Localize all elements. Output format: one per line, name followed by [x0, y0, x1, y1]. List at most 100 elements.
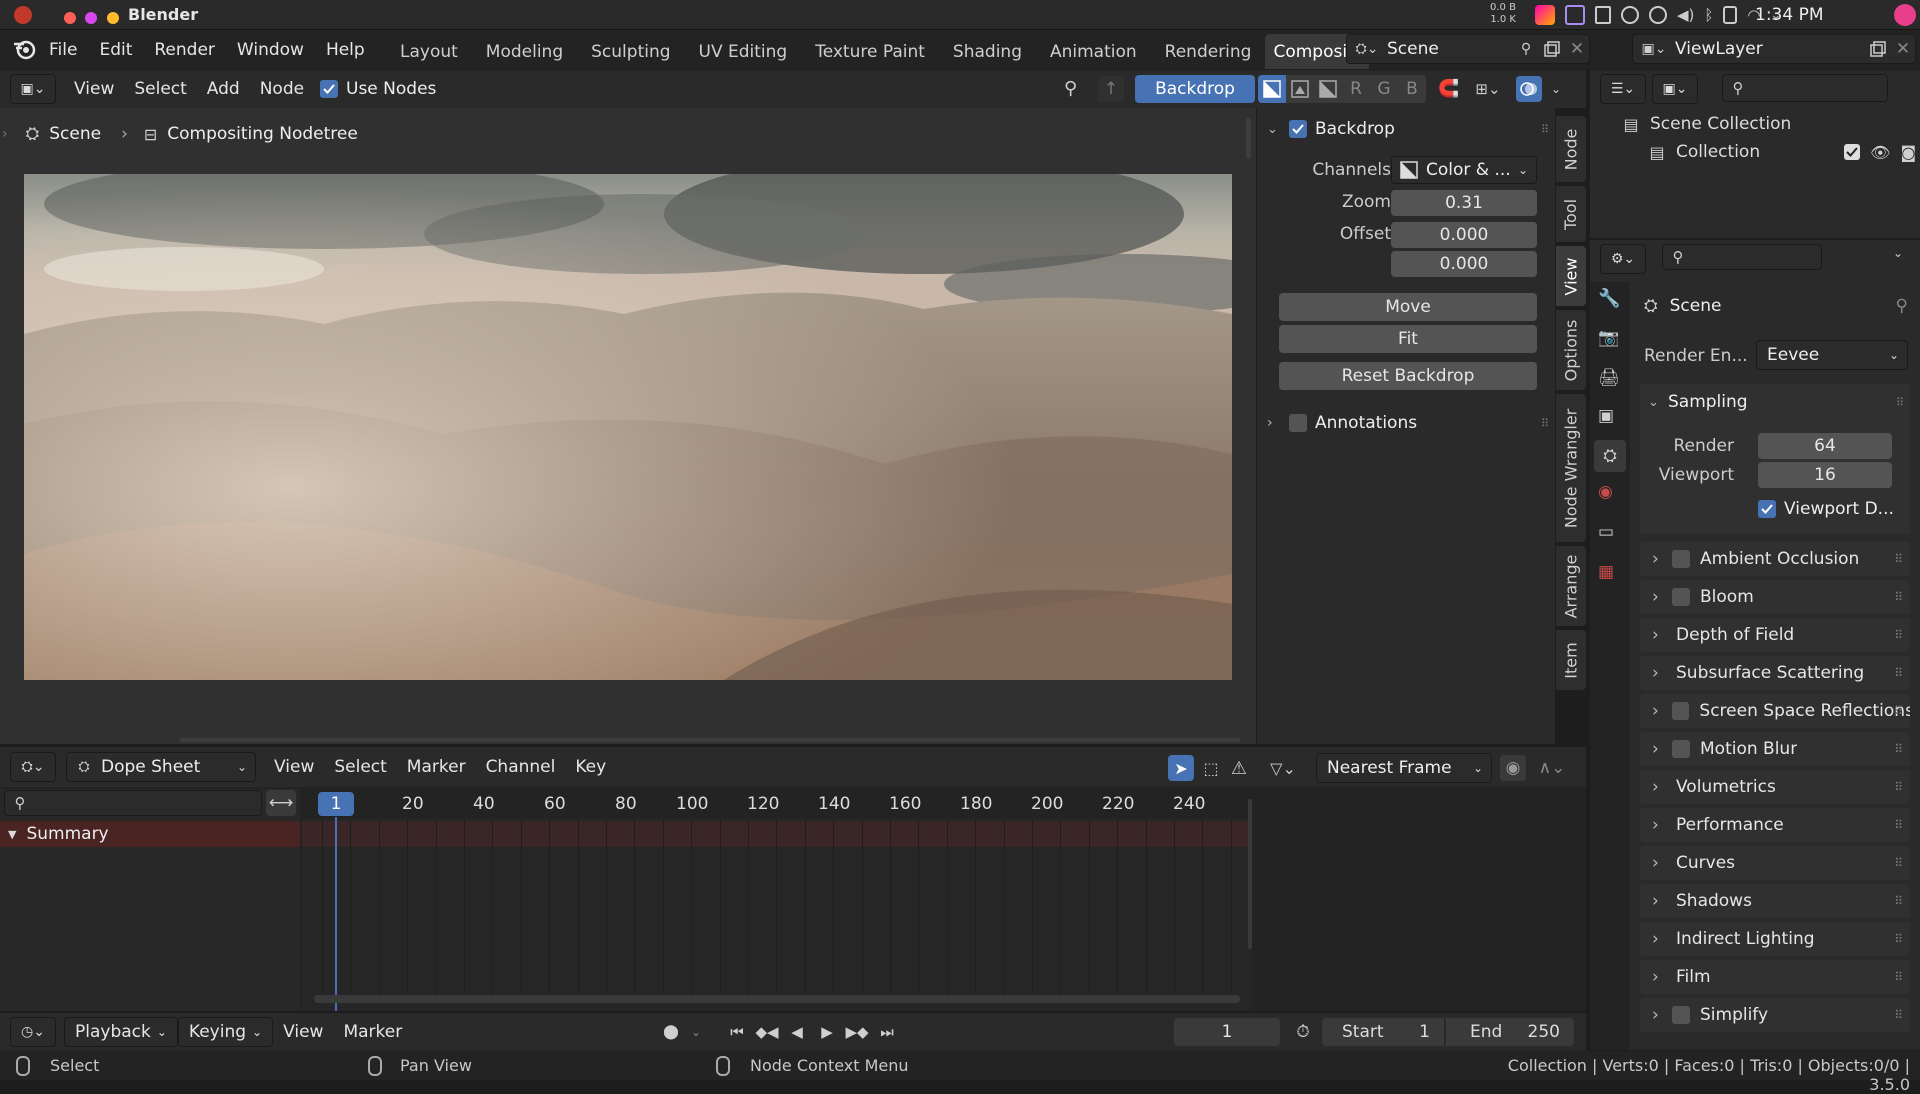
- clipboard-icon[interactable]: [1595, 6, 1611, 24]
- breadcrumb-nodetree[interactable]: Compositing Nodetree: [167, 124, 358, 144]
- snap-mode-dropdown[interactable]: Nearest Frame ⌄: [1316, 753, 1492, 783]
- scene-tab-icon[interactable]: ⛭: [1594, 440, 1626, 472]
- drag-handle-icon[interactable]: ⠿: [1894, 894, 1903, 908]
- drag-handle-icon[interactable]: ⠿: [1894, 1008, 1903, 1022]
- property-section-indirect-lighting[interactable]: › Indirect Lighting ⠿: [1640, 922, 1910, 956]
- user-avatar[interactable]: [1894, 4, 1916, 26]
- remove-viewlayer-icon[interactable]: ✕: [1891, 39, 1915, 59]
- world-icon[interactable]: ◉: [1598, 482, 1613, 502]
- tab-texture-paint[interactable]: Texture Paint: [801, 34, 939, 69]
- viewport-denoise-toggle[interactable]: Viewport D...: [1758, 498, 1894, 520]
- backdrop-toggle[interactable]: Backdrop: [1135, 75, 1255, 103]
- jump-start-icon[interactable]: ⏮: [724, 1019, 750, 1045]
- menu-render[interactable]: Render: [143, 30, 226, 69]
- drag-handle-icon[interactable]: ⠿: [1894, 628, 1903, 642]
- output-icon[interactable]: 🖨: [1598, 368, 1620, 388]
- snap-element-icon[interactable]: ⊞⌄: [1468, 76, 1508, 102]
- drag-handle-icon[interactable]: ⠿: [1894, 666, 1903, 680]
- tab-rendering[interactable]: Rendering: [1151, 34, 1266, 69]
- play-reverse-icon[interactable]: ◀: [784, 1019, 810, 1045]
- render-samples-field[interactable]: 64: [1758, 433, 1892, 459]
- tab-layout[interactable]: Layout: [386, 34, 472, 69]
- current-frame-field[interactable]: 1: [1174, 1018, 1280, 1046]
- new-scene-icon[interactable]: [1539, 41, 1565, 57]
- tab-item[interactable]: Item: [1556, 630, 1586, 690]
- menu-view[interactable]: View: [273, 1022, 333, 1042]
- volume-icon[interactable]: ◀): [1677, 6, 1694, 24]
- collection-row[interactable]: ▤ Collection 👁 ◙: [1646, 140, 1916, 164]
- menu-help[interactable]: Help: [315, 30, 376, 69]
- menu-window[interactable]: Window: [226, 30, 315, 69]
- tab-sculpting[interactable]: Sculpting: [577, 34, 684, 69]
- chevron-down-icon[interactable]: ⌄: [686, 1019, 706, 1045]
- battery-icon[interactable]: [1723, 6, 1738, 24]
- playhead-frame-indicator[interactable]: 1: [318, 792, 354, 816]
- prev-keyframe-icon[interactable]: ◆◀: [754, 1019, 780, 1045]
- outliner-search-input[interactable]: ⚲: [1722, 74, 1888, 102]
- system-logo-icon[interactable]: [14, 6, 32, 24]
- menu-marker[interactable]: Marker: [397, 757, 476, 777]
- play-icon[interactable]: ▶: [814, 1019, 840, 1045]
- menu-edit[interactable]: Edit: [88, 30, 143, 69]
- menu-marker[interactable]: Marker: [333, 1022, 412, 1042]
- select-cursor-icon[interactable]: ➤: [1168, 755, 1194, 781]
- editor-type-button[interactable]: ⛭⌄: [10, 752, 56, 782]
- drag-handle-icon[interactable]: ⠿: [1894, 970, 1903, 984]
- color-alpha-icon[interactable]: [1286, 75, 1314, 103]
- offset-y-field[interactable]: 0.000: [1391, 251, 1537, 277]
- tray-monitor-icon[interactable]: [1565, 5, 1585, 25]
- alpha-channel-icon[interactable]: [1314, 75, 1342, 103]
- camera-icon[interactable]: ◙: [1900, 143, 1916, 162]
- property-section-simplify[interactable]: › Simplify ⠿: [1640, 998, 1910, 1032]
- property-section-subsurface-scattering[interactable]: › Subsurface Scattering ⠿: [1640, 656, 1910, 690]
- blue-channel-button[interactable]: B: [1398, 75, 1426, 103]
- blender-logo-icon[interactable]: [12, 38, 36, 60]
- next-keyframe-icon[interactable]: ▶◆: [844, 1019, 870, 1045]
- section-enable-checkbox[interactable]: [1672, 1006, 1690, 1024]
- overlay-dropdown-icon[interactable]: ⌄: [1546, 76, 1566, 102]
- drag-handle-icon[interactable]: ⠿: [1894, 590, 1903, 604]
- vertical-scrollbar[interactable]: [1248, 799, 1252, 949]
- annotations-checkbox[interactable]: [1289, 414, 1307, 432]
- close-window-icon[interactable]: [64, 12, 76, 24]
- tab-modeling[interactable]: Modeling: [472, 34, 577, 69]
- channels-dropdown[interactable]: Color & ... ⌄: [1391, 156, 1537, 184]
- warning-icon[interactable]: ⚠: [1226, 755, 1252, 781]
- section-enable-checkbox[interactable]: [1672, 740, 1690, 758]
- record-icon[interactable]: ⬤: [658, 1019, 684, 1045]
- drag-handle-icon[interactable]: ⠿: [1541, 123, 1549, 136]
- render-engine-dropdown[interactable]: Eevee ⌄: [1756, 340, 1908, 370]
- menu-channel[interactable]: Channel: [476, 757, 566, 777]
- section-enable-checkbox[interactable]: [1672, 588, 1690, 606]
- menu-select[interactable]: Select: [324, 757, 396, 777]
- minimize-window-icon[interactable]: [85, 12, 98, 24]
- sampling-panel-header[interactable]: ⌄ Sampling ⠿: [1648, 386, 1908, 418]
- zoom-field[interactable]: 0.31: [1391, 190, 1537, 216]
- menu-file[interactable]: File: [38, 30, 88, 69]
- vertical-scrollbar[interactable]: [1246, 118, 1251, 158]
- channel-search-input[interactable]: ⚲: [4, 790, 262, 816]
- backdrop-checkbox[interactable]: [1289, 120, 1307, 138]
- drag-handle-icon[interactable]: ⠿: [1894, 552, 1903, 566]
- menu-view[interactable]: View: [264, 757, 324, 777]
- menu-keying[interactable]: Keying ⌄: [177, 1017, 274, 1047]
- drag-handle-icon[interactable]: ⠿: [1894, 742, 1903, 756]
- start-frame-field[interactable]: Start 1: [1322, 1018, 1444, 1046]
- bluetooth-icon[interactable]: ᛒ: [1704, 6, 1713, 24]
- horizontal-scrollbar[interactable]: [314, 995, 1240, 1003]
- proportional-edit-icon[interactable]: ◉: [1500, 755, 1526, 781]
- section-enable-checkbox[interactable]: [1671, 702, 1690, 720]
- section-enable-checkbox[interactable]: [1672, 550, 1690, 568]
- end-frame-field[interactable]: End 250: [1446, 1018, 1574, 1046]
- color-channel-icon[interactable]: [1258, 75, 1286, 103]
- parent-tree-icon[interactable]: ↑: [1098, 76, 1124, 102]
- tab-uv-editing[interactable]: UV Editing: [685, 34, 802, 69]
- use-nodes-toggle[interactable]: Use Nodes: [320, 79, 436, 99]
- drag-handle-icon[interactable]: ⠿: [1894, 818, 1903, 832]
- property-section-depth-of-field[interactable]: › Depth of Field ⠿: [1640, 618, 1910, 652]
- falloff-icon[interactable]: ∧⌄: [1532, 755, 1572, 781]
- texture-icon[interactable]: ▦: [1598, 562, 1614, 582]
- drag-handle-icon[interactable]: ⠿: [1541, 417, 1549, 430]
- menu-select[interactable]: Select: [124, 79, 196, 99]
- tab-node-wrangler[interactable]: Node Wrangler: [1556, 394, 1586, 542]
